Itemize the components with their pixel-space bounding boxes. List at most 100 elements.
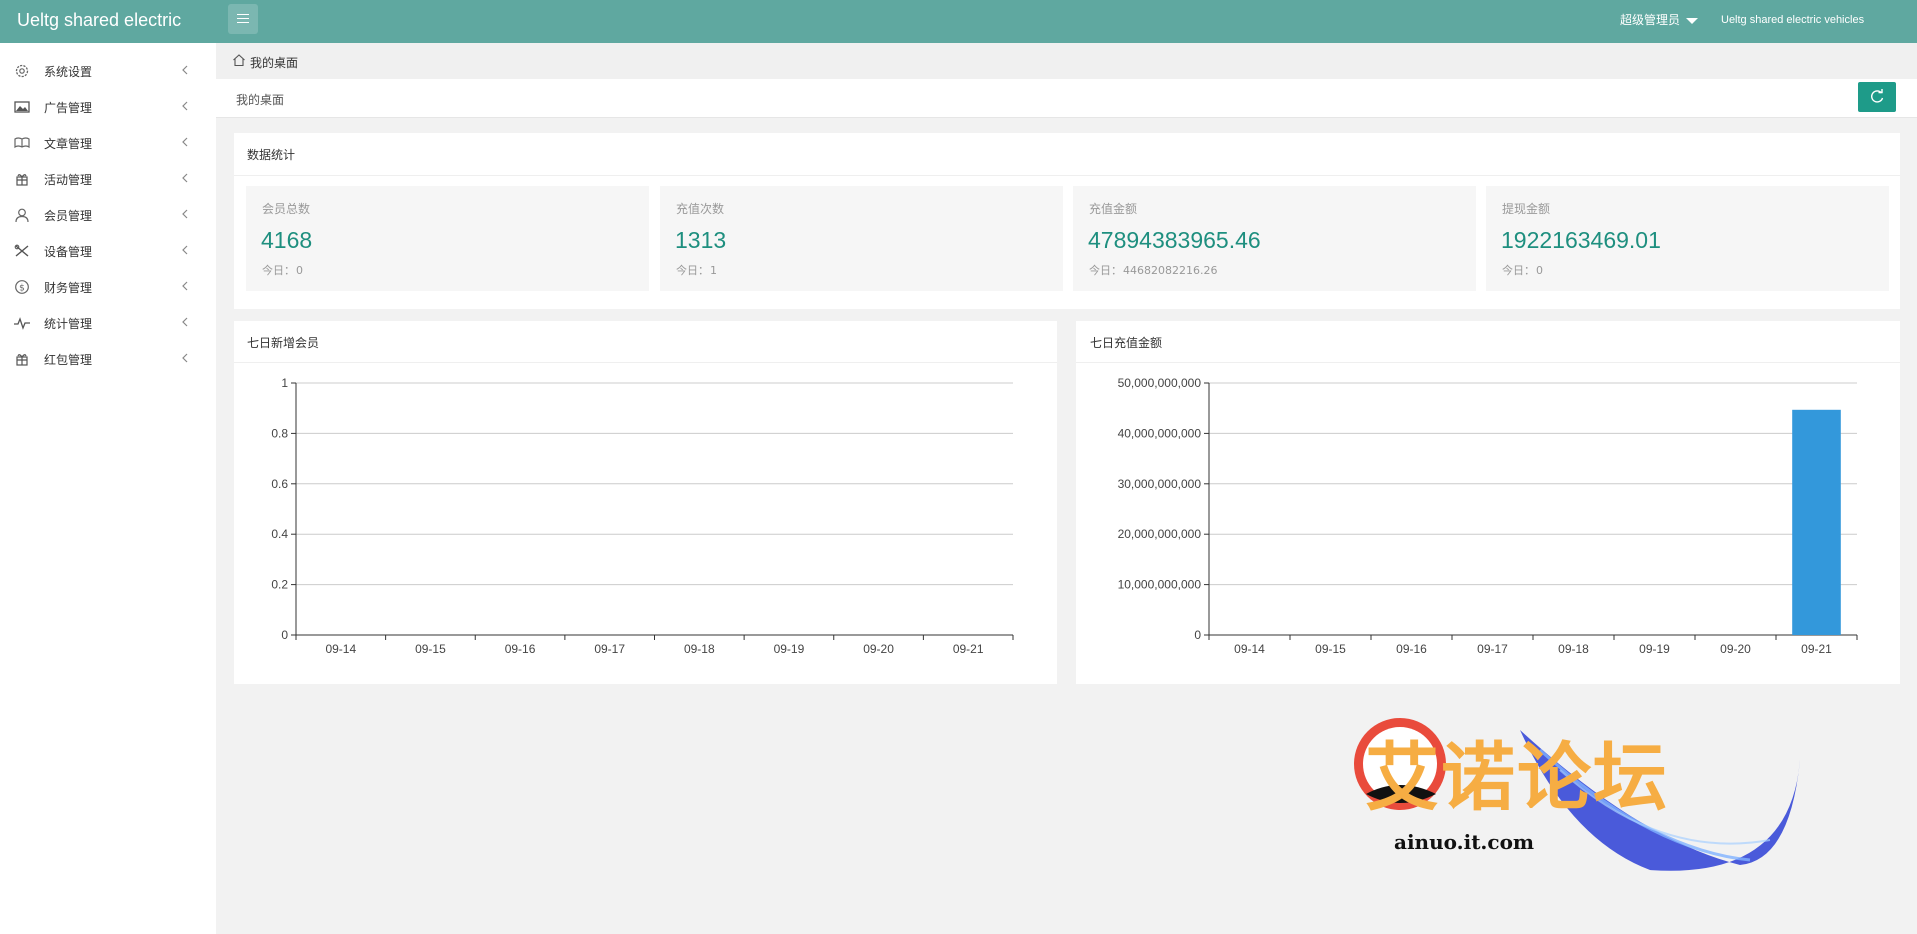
bar bbox=[1792, 409, 1841, 635]
chevron-left-icon bbox=[182, 65, 188, 75]
sidebar-item-label: 文章管理 bbox=[44, 137, 93, 151]
stat-value: 47894383965.46 bbox=[1088, 227, 1261, 253]
user-menu[interactable]: 超级管理员 bbox=[1620, 0, 1699, 43]
caret-down-icon bbox=[1686, 17, 1699, 24]
x-tick-label: 09-15 bbox=[1315, 642, 1346, 656]
sidebar-item-system-settings[interactable]: 系统设置 bbox=[0, 53, 216, 89]
today-value: 0 bbox=[1536, 264, 1543, 277]
x-tick-label: 09-21 bbox=[1801, 642, 1832, 656]
y-tick-label: 10,000,000,000 bbox=[1118, 578, 1202, 592]
today-value: 1 bbox=[710, 264, 717, 277]
sidebar-item-statistics[interactable]: 统计管理 bbox=[0, 305, 216, 341]
watermark-text: 艾诺论坛 bbox=[1365, 735, 1669, 821]
site-link[interactable]: Ueltg shared electric vehicles bbox=[1721, 0, 1864, 43]
sidebar-item-ads[interactable]: 广告管理 bbox=[0, 89, 216, 125]
divider bbox=[234, 175, 1900, 176]
chevron-left-icon bbox=[182, 281, 188, 291]
chart-title: 七日新增会员 bbox=[247, 336, 320, 350]
gift-icon bbox=[16, 174, 28, 186]
y-tick-label: 0.6 bbox=[271, 477, 288, 491]
x-tick-label: 09-16 bbox=[505, 642, 536, 656]
today-prefix: 今日： bbox=[1089, 264, 1122, 277]
stat-value: 1313 bbox=[675, 227, 727, 253]
x-tick-label: 09-17 bbox=[1477, 642, 1508, 656]
stat-today: 今日：1 bbox=[676, 262, 717, 278]
x-tick-label: 09-20 bbox=[1720, 642, 1751, 656]
x-tick-label: 09-19 bbox=[774, 642, 805, 656]
chevron-left-icon bbox=[182, 245, 188, 255]
stat-card-withdraw-amount: 提现金额 1922163469.01 今日：0 bbox=[1486, 186, 1889, 291]
stat-today: 今日：44682082216.26 bbox=[1089, 262, 1217, 278]
x-tick-label: 09-21 bbox=[953, 642, 984, 656]
y-tick-label: 0 bbox=[281, 628, 288, 642]
menu-toggle-button[interactable] bbox=[228, 4, 258, 34]
svg-text:$: $ bbox=[19, 284, 25, 294]
stat-card-members: 会员总数 4168 今日：0 bbox=[246, 186, 649, 291]
x-tick-label: 09-14 bbox=[1234, 642, 1265, 656]
page-title-bar: 我的桌面 bbox=[216, 79, 1917, 118]
sidebar-item-members[interactable]: 会员管理 bbox=[0, 197, 216, 233]
today-value: 44682082216.26 bbox=[1123, 264, 1218, 277]
new-members-line-chart: 0 0.2 0.4 0.6 0.8 1 09-14 09-15 09-16 09-17 09-18 0… bbox=[271, 376, 1014, 656]
today-prefix: 今日： bbox=[1502, 264, 1535, 277]
y-tick-label: 1 bbox=[281, 376, 288, 390]
gear-icon bbox=[15, 64, 29, 78]
stats-section-title: 数据统计 bbox=[247, 148, 296, 162]
sidebar-item-label: 统计管理 bbox=[44, 317, 93, 331]
sidebar-item-label: 红包管理 bbox=[44, 353, 93, 367]
user-menu-label: 超级管理员 bbox=[1620, 13, 1681, 27]
x-tick-label: 09-14 bbox=[325, 642, 356, 656]
chevron-left-icon bbox=[182, 353, 188, 363]
sidebar-item-label: 系统设置 bbox=[44, 65, 93, 79]
top-header: Ueltg shared electric 超级管理员 Ueltg shared… bbox=[0, 0, 1917, 43]
recharge-amount-bar-chart: 0 10,000,000,000 20,000,000,000 30,000,000,… bbox=[1118, 376, 1858, 656]
y-tick-label: 0.8 bbox=[271, 426, 288, 440]
sidebar: 系统设置 广告管理 文章管理 活动管理 会员管理 设备管理 $ 财务管理 统计管… bbox=[0, 43, 216, 934]
hamburger-icon-line bbox=[237, 22, 249, 23]
sidebar-item-finance[interactable]: $ 财务管理 bbox=[0, 269, 216, 305]
page-title: 我的桌面 bbox=[236, 93, 285, 107]
y-tick-label: 30,000,000,000 bbox=[1118, 477, 1202, 491]
sidebar-item-devices[interactable]: 设备管理 bbox=[0, 233, 216, 269]
stat-label: 提现金额 bbox=[1502, 202, 1551, 216]
x-tick-label: 09-20 bbox=[863, 642, 894, 656]
app-title[interactable]: Ueltg shared electric bbox=[17, 0, 181, 43]
today-value: 0 bbox=[296, 264, 303, 277]
stat-label: 充值次数 bbox=[676, 202, 725, 216]
x-tick-label: 09-16 bbox=[1396, 642, 1427, 656]
hamburger-icon bbox=[237, 14, 249, 15]
user-icon bbox=[15, 208, 29, 223]
x-tick-label: 09-18 bbox=[684, 642, 715, 656]
pulse-icon bbox=[14, 317, 30, 330]
stat-card-recharge-amount: 充值金额 47894383965.46 今日：44682082216.26 bbox=[1073, 186, 1476, 291]
x-tick-label: 09-15 bbox=[415, 642, 446, 656]
book-icon bbox=[14, 137, 30, 149]
y-tick-label: 40,000,000,000 bbox=[1118, 426, 1202, 440]
breadcrumb-home-link[interactable]: 我的桌面 bbox=[250, 54, 298, 71]
chevron-left-icon bbox=[182, 209, 188, 219]
y-tick-label: 0.4 bbox=[271, 527, 288, 541]
tools-icon bbox=[14, 244, 29, 257]
sidebar-item-activities[interactable]: 活动管理 bbox=[0, 161, 216, 197]
hamburger-icon-line bbox=[237, 18, 249, 19]
watermark-url: ainuo.it.com bbox=[1394, 830, 1535, 854]
breadcrumb: 我的桌面 bbox=[216, 43, 1917, 79]
y-tick-label: 0.2 bbox=[271, 578, 288, 592]
y-tick-label: 50,000,000,000 bbox=[1118, 376, 1202, 390]
y-tick-label: 0 bbox=[1194, 628, 1201, 642]
chevron-left-icon bbox=[182, 317, 188, 327]
today-prefix: 今日： bbox=[676, 264, 709, 277]
chevron-left-icon bbox=[182, 173, 188, 183]
chevron-left-icon bbox=[182, 101, 188, 111]
stat-today: 今日：0 bbox=[1502, 262, 1543, 278]
chevron-left-icon bbox=[182, 137, 188, 147]
refresh-button[interactable] bbox=[1858, 82, 1896, 112]
sidebar-item-label: 设备管理 bbox=[44, 245, 93, 259]
sidebar-item-label: 活动管理 bbox=[44, 173, 93, 187]
sidebar-item-label: 广告管理 bbox=[44, 101, 93, 115]
sidebar-item-articles[interactable]: 文章管理 bbox=[0, 125, 216, 161]
stat-value: 1922163469.01 bbox=[1501, 227, 1661, 253]
sidebar-item-red-packets[interactable]: 红包管理 bbox=[0, 341, 216, 377]
sidebar-item-label: 财务管理 bbox=[44, 281, 93, 295]
sidebar-item-label: 会员管理 bbox=[44, 209, 93, 223]
